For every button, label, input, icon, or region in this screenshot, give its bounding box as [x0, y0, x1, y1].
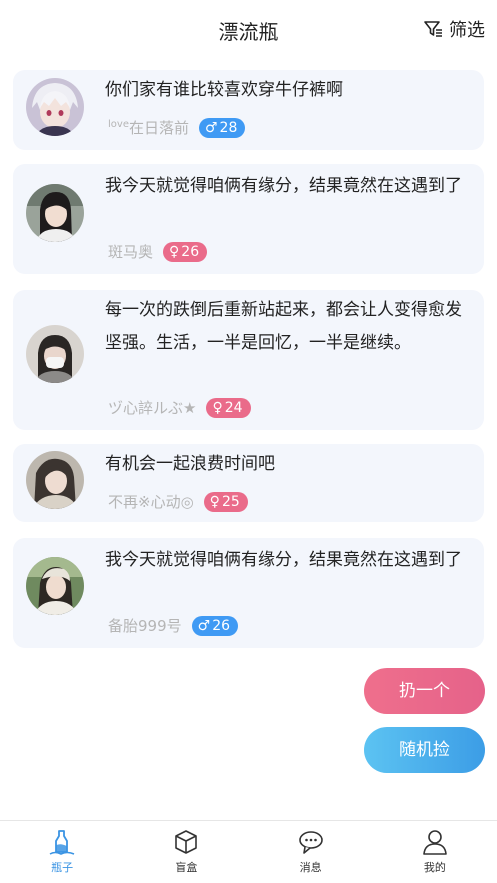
female-icon: ♀	[212, 399, 223, 416]
post-card[interactable]: 你们家有谁比较喜欢穿牛仔裤啊 love在日落前 ♂ 28	[13, 70, 484, 150]
tab-blind-box[interactable]: 盲盒	[124, 821, 248, 883]
female-icon: ♀	[209, 493, 220, 510]
tab-profile[interactable]: 我的	[373, 821, 497, 883]
nickname: 斑马奥	[108, 243, 154, 261]
tab-label: 盲盒	[175, 861, 198, 874]
post-text: 我今天就觉得咱俩有缘分，结果竟然在这遇到了	[105, 176, 462, 196]
post-text: 我今天就觉得咱俩有缘分，结果竟然在这遇到了	[105, 550, 462, 570]
post-text: 有机会一起浪费时间吧	[105, 454, 275, 474]
avatar-image	[26, 78, 84, 136]
avatar-image	[26, 557, 84, 615]
avatar[interactable]	[26, 451, 84, 509]
post-text: 你们家有谁比较喜欢穿牛仔裤啊	[105, 80, 343, 100]
male-icon: ♂	[204, 119, 218, 136]
gender-age-badge: ♀ 26	[163, 241, 208, 262]
nickname: 备胎999号	[108, 617, 182, 635]
tab-label: 消息	[299, 861, 322, 874]
post-text: 每一次的跌倒后重新站起来，都会让人变得愈发坚强。生活，一半是回忆，一半是继续。	[105, 300, 462, 353]
nickname: ヅ心誶ルぶ★	[108, 399, 197, 417]
avatar[interactable]	[26, 325, 84, 383]
avatar-image	[26, 451, 84, 509]
post-card[interactable]: 有机会一起浪费时间吧 不再※心动◎ ♀ 25	[13, 444, 484, 522]
filter-icon	[424, 21, 442, 37]
post-meta: 斑马奥 ♀ 26	[108, 241, 208, 262]
avatar[interactable]	[26, 557, 84, 615]
tab-bottle[interactable]: 瓶子	[0, 821, 124, 883]
male-icon: ♂	[197, 617, 211, 634]
nickname: love在日落前	[108, 119, 189, 137]
avatar[interactable]	[26, 78, 84, 136]
throw-bottle-button[interactable]: 扔一个	[364, 668, 485, 714]
tab-messages[interactable]: 消息	[249, 821, 373, 883]
post-meta: ヅ心誶ルぶ★ ♀ 24	[108, 397, 251, 418]
header: 漂流瓶 筛选	[0, 0, 497, 62]
tab-label: 我的	[423, 861, 446, 874]
gender-age-badge: ♀ 25	[203, 491, 248, 512]
avatar-image	[26, 184, 84, 242]
post-meta: 备胎999号 ♂ 26	[108, 615, 239, 636]
filter-label: 筛选	[449, 20, 485, 41]
message-icon	[298, 831, 323, 854]
box-icon	[175, 830, 198, 854]
avatar[interactable]	[26, 184, 84, 242]
post-meta: 不再※心动◎ ♀ 25	[108, 491, 248, 512]
tab-label: 瓶子	[51, 861, 74, 874]
gender-age-badge: ♂ 28	[198, 117, 246, 138]
post-meta: love在日落前 ♂ 28	[108, 117, 246, 138]
female-icon: ♀	[169, 243, 180, 260]
bottle-icon	[49, 830, 75, 855]
tab-bar: 瓶子 盲盒 消息 我的	[0, 820, 497, 883]
post-card[interactable]: 每一次的跌倒后重新站起来，都会让人变得愈发坚强。生活，一半是回忆，一半是继续。 …	[13, 290, 484, 430]
post-card[interactable]: 我今天就觉得咱俩有缘分，结果竟然在这遇到了 备胎999号 ♂ 26	[13, 538, 484, 648]
nickname: 不再※心动◎	[108, 493, 194, 511]
profile-icon	[423, 830, 447, 855]
post-card[interactable]: 我今天就觉得咱俩有缘分，结果竟然在这遇到了 斑马奥 ♀ 26	[13, 164, 484, 274]
gender-age-badge: ♀ 24	[206, 397, 251, 418]
gender-age-badge: ♂ 26	[191, 615, 239, 636]
filter-button[interactable]: 筛选	[423, 16, 485, 42]
avatar-image	[26, 325, 84, 383]
pick-bottle-button[interactable]: 随机捡	[364, 727, 485, 773]
